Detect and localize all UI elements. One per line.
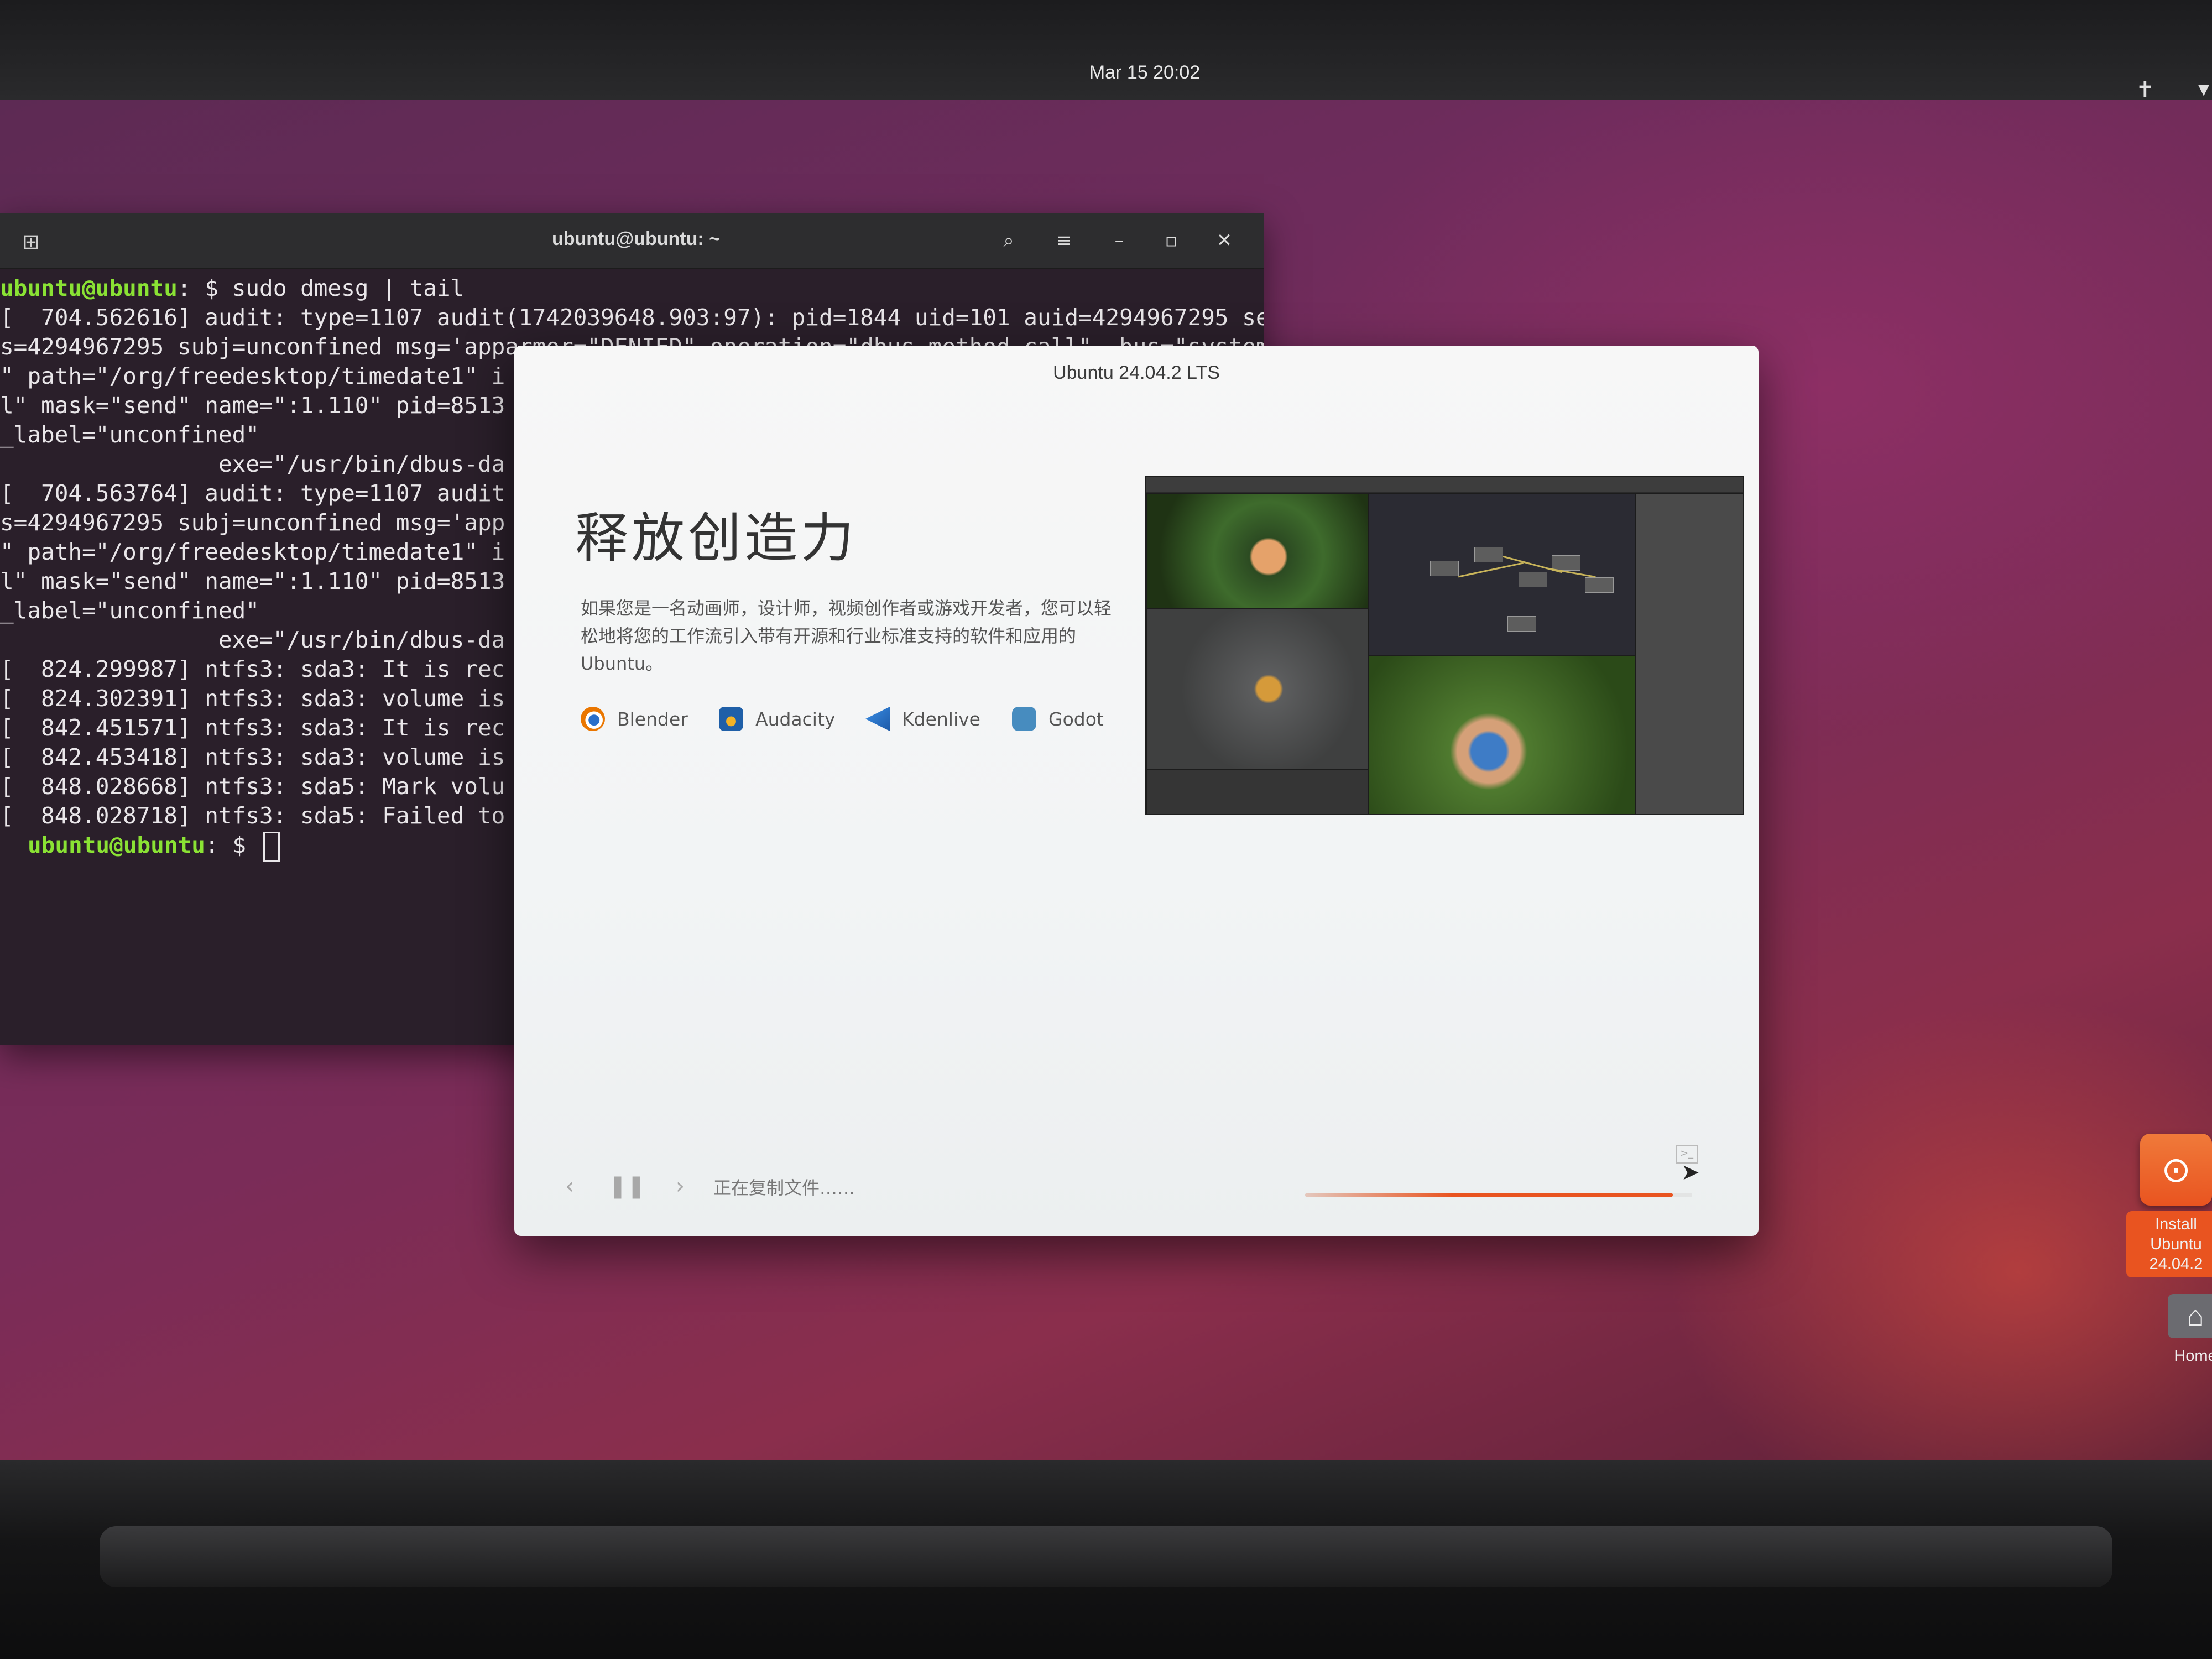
blender-icon bbox=[581, 707, 605, 731]
ubuntu-installer-icon: ⊙ bbox=[2140, 1134, 2212, 1206]
next-slide-button[interactable]: › bbox=[664, 1170, 697, 1203]
maximize-button[interactable]: ▫ bbox=[1156, 225, 1187, 256]
app-label: Blender bbox=[617, 708, 688, 730]
screenshot-properties bbox=[1635, 493, 1743, 814]
install-ubuntu-desktop-icon[interactable]: ⊙ Install Ubuntu 24.04.2 bbox=[2126, 1134, 2212, 1277]
terminal-text: exe="/usr/bin/dbus-da bbox=[0, 451, 505, 477]
desktop: Mar 15 20:02 ✝ ▾ ⊞ ubuntu@ubuntu: ~ ⌕ ≡ … bbox=[0, 0, 2212, 1482]
accessibility-icon[interactable]: ✝ bbox=[2136, 77, 2154, 103]
terminal-text: [ 842.453418] ntfs3: sda3: volume is bbox=[0, 744, 505, 770]
screenshot-render bbox=[1368, 655, 1636, 814]
terminal-cursor bbox=[263, 832, 280, 862]
search-icon[interactable]: ⌕ bbox=[993, 225, 1024, 256]
terminal-text: exe="/usr/bin/dbus-da bbox=[0, 627, 505, 653]
terminal-text: l" mask="send" name=":1.110" pid=8513 bbox=[0, 392, 505, 419]
home-desktop-icon[interactable]: ⌂ Home bbox=[2146, 1294, 2212, 1365]
mouse-pointer-icon: ➤ bbox=[1681, 1160, 1700, 1185]
terminal-text: _label="unconfined" bbox=[0, 597, 259, 624]
app-label: Godot bbox=[1048, 708, 1104, 730]
screenshot-timeline bbox=[1146, 769, 1369, 814]
terminal-text: _label="unconfined" bbox=[0, 421, 259, 448]
home-folder-icon: ⌂ bbox=[2168, 1294, 2212, 1338]
install-status: 正在复制文件…… bbox=[713, 1177, 855, 1198]
install-progress-fill bbox=[1305, 1193, 1673, 1197]
previous-slide-button[interactable]: ‹ bbox=[553, 1170, 586, 1203]
screenshot-viewport bbox=[1146, 493, 1369, 609]
app-item-blender: Blender bbox=[581, 700, 688, 738]
slide-screenshot bbox=[1145, 476, 1744, 815]
terminal-text: [ 842.451571] ntfs3: sda3: It is rec bbox=[0, 714, 505, 741]
hamburger-menu-icon[interactable]: ≡ bbox=[1048, 225, 1079, 256]
home-icon-label: Home bbox=[2174, 1347, 2212, 1365]
top-bar: Mar 15 20:02 ✝ ▾ bbox=[0, 0, 2212, 103]
app-label: Audacity bbox=[755, 708, 836, 730]
terminal-text: [ 824.299987] ntfs3: sda3: It is rec bbox=[0, 656, 505, 682]
audacity-icon bbox=[719, 707, 743, 731]
terminal-text: [ 848.028718] ntfs3: sda5: Failed to bbox=[0, 802, 505, 829]
terminal-title: ubuntu@ubuntu: ~ bbox=[551, 228, 721, 249]
installer-footer: ‹ ❚❚ › 正在复制文件…… >_ ➤ bbox=[553, 1145, 1731, 1214]
clock[interactable]: Mar 15 20:02 bbox=[1006, 62, 1283, 84]
terminal-line: [ 704.562616] audit: type=1107 audit(174… bbox=[0, 303, 1264, 332]
terminal-text: : $ sudo dmesg | tail bbox=[177, 275, 465, 301]
install-icon-label: Install Ubuntu 24.04.2 bbox=[2126, 1211, 2212, 1277]
terminal-text: [ 848.028668] ntfs3: sda5: Mark volu bbox=[0, 773, 505, 800]
installer-title: Ubuntu 24.04.2 LTS bbox=[1053, 362, 1220, 383]
terminal-prompt: ubuntu@ubuntu bbox=[28, 832, 205, 858]
slide-heading: 释放创造力 bbox=[575, 507, 857, 569]
terminal-text: [ 704.562616] audit: type=1107 audit(174… bbox=[0, 304, 1264, 331]
app-list: Blender Audacity Kdenlive Godot bbox=[581, 700, 1134, 738]
new-tab-icon[interactable]: ⊞ bbox=[20, 231, 42, 253]
pause-slides-button[interactable]: ❚❚ bbox=[608, 1170, 645, 1203]
kdenlive-icon bbox=[865, 707, 890, 731]
screenshot-viewport-2 bbox=[1146, 608, 1369, 770]
terminal-header[interactable]: ⊞ ubuntu@ubuntu: ~ ⌕ ≡ – ▫ ✕ bbox=[0, 213, 1264, 269]
terminal-text: " path="/org/freedesktop/timedate1" i bbox=[0, 363, 505, 389]
app-label: Kdenlive bbox=[902, 708, 980, 730]
system-menu-icon[interactable]: ▾ bbox=[2198, 76, 2209, 102]
terminal-text: s=4294967295 subj=unconfined msg='app bbox=[0, 509, 505, 536]
terminal-prompt-suffix: : $ bbox=[205, 832, 260, 858]
close-button[interactable]: ✕ bbox=[1209, 225, 1240, 256]
minimize-button[interactable]: – bbox=[1104, 225, 1135, 256]
godot-icon bbox=[1012, 707, 1036, 731]
terminal-text: " path="/org/freedesktop/timedate1" i bbox=[0, 539, 505, 565]
terminal-line: ubuntu@ubuntu: $ sudo dmesg | tail bbox=[0, 274, 1264, 303]
screenshot-node-editor bbox=[1368, 493, 1636, 656]
app-item-kdenlive: Kdenlive bbox=[865, 700, 980, 738]
terminal-text: l" mask="send" name=":1.110" pid=8513 bbox=[0, 568, 505, 594]
app-item-godot: Godot bbox=[1012, 700, 1104, 738]
terminal-text: [ 704.563764] audit: type=1107 audit bbox=[0, 480, 505, 507]
terminal-text: [ 824.302391] ntfs3: sda3: volume is bbox=[0, 685, 505, 712]
slide-description: 如果您是一名动画师，设计师，视频创作者或游戏开发者，您可以轻松地将您的工作流引入… bbox=[581, 598, 1112, 674]
install-progress-bar bbox=[1305, 1193, 1692, 1197]
laptop-hinge bbox=[100, 1526, 2112, 1587]
terminal-prompt: ubuntu@ubuntu bbox=[0, 275, 178, 301]
screenshot-menubar bbox=[1146, 477, 1743, 493]
app-item-audacity: Audacity bbox=[719, 700, 835, 738]
installer-window[interactable]: Ubuntu 24.04.2 LTS 释放创造力 如果您是一名动画师，设计师，视… bbox=[514, 346, 1759, 1236]
